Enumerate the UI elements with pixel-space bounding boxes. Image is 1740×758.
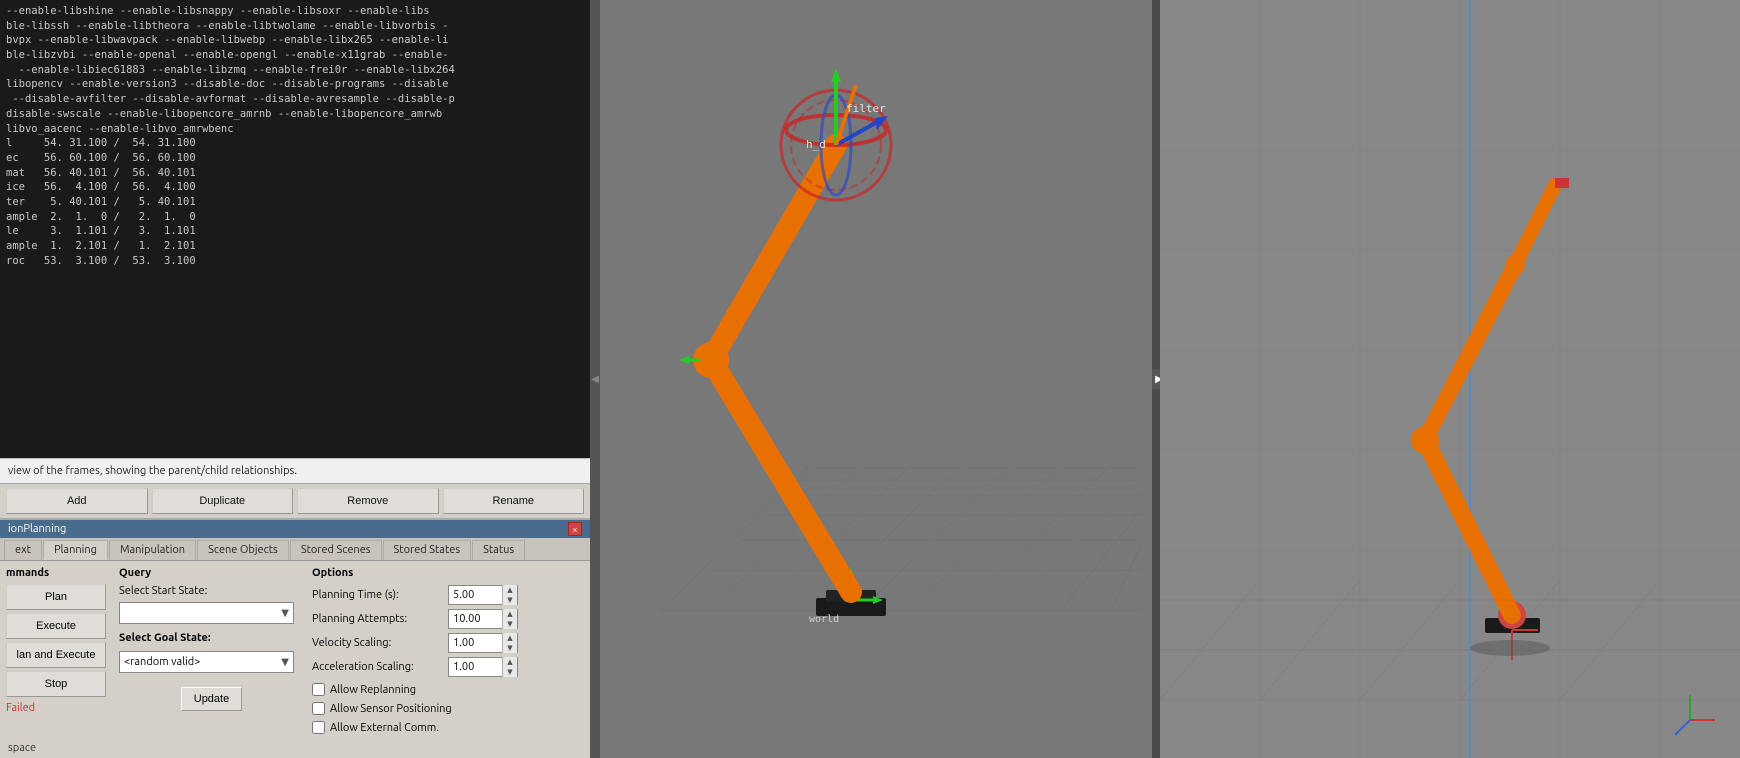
options-label: Options [312, 567, 532, 579]
tab-manipulation[interactable]: Manipulation [109, 540, 196, 560]
status-label: Failed [6, 702, 111, 714]
svg-text:h_d: h_d [806, 138, 826, 151]
allow-sensor-row: Allow Sensor Positioning [312, 702, 532, 715]
allow-sensor-checkbox[interactable] [312, 702, 325, 715]
mp-body: mmands Plan Execute lan and Execute Stop… [0, 561, 590, 740]
velocity-scaling-row: Velocity Scaling: 1.00 ▲ ▼ [312, 633, 532, 653]
tab-stored-states[interactable]: Stored States [383, 540, 472, 560]
velocity-scaling-up[interactable]: ▲ [503, 633, 517, 643]
accel-scaling-label: Acceleration Scaling: [312, 661, 442, 673]
add-button[interactable]: Add [6, 488, 148, 514]
tab-planning[interactable]: Planning [43, 540, 108, 560]
start-state-combo[interactable]: ▼ [119, 602, 294, 624]
viewports: filter h_d world ▶ [600, 0, 1740, 758]
planning-time-spinbox[interactable]: 5.00 ▲ ▼ [448, 585, 518, 605]
tab-context[interactable]: ext [4, 540, 42, 560]
viewport-divider: ▶ [1152, 0, 1160, 758]
start-state-arrow: ▼ [281, 607, 289, 619]
duplicate-button[interactable]: Duplicate [152, 488, 294, 514]
options-column: Options Planning Time (s): 5.00 ▲ ▼ Plan… [312, 567, 532, 734]
allow-external-row: Allow External Comm. [312, 721, 532, 734]
accel-scaling-down[interactable]: ▼ [503, 667, 517, 677]
velocity-scaling-spinbox[interactable]: 1.00 ▲ ▼ [448, 633, 518, 653]
goal-state-arrow: ▼ [281, 656, 289, 668]
mp-title: ionPlanning [8, 523, 66, 535]
remove-button[interactable]: Remove [297, 488, 439, 514]
accel-scaling-spinbox[interactable]: 1.00 ▲ ▼ [448, 657, 518, 677]
rename-button[interactable]: Rename [443, 488, 585, 514]
button-bar: Add Duplicate Remove Rename [0, 483, 590, 518]
svg-text:world: world [809, 614, 839, 625]
planning-attempts-down[interactable]: ▼ [503, 619, 517, 629]
goal-state-value: <random valid> [124, 656, 200, 668]
planning-time-label: Planning Time (s): [312, 589, 442, 601]
viewport-right[interactable] [1160, 0, 1740, 758]
planning-attempts-row: Planning Attempts: 10.00 ▲ ▼ [312, 609, 532, 629]
frame-info: view of the frames, showing the parent/c… [0, 458, 590, 483]
robot-arm-svg-right [1160, 0, 1740, 758]
motion-planning-panel: ionPlanning × ext Planning Manipulation … [0, 518, 590, 758]
terminal-area: --enable-libshine --enable-libsnappy --e… [0, 0, 590, 458]
planning-attempts-spinbox[interactable]: 10.00 ▲ ▼ [448, 609, 518, 629]
mp-titlebar: ionPlanning × [0, 520, 590, 538]
goal-state-label: Select Goal State: [119, 632, 304, 644]
accel-scaling-value: 1.00 [449, 661, 502, 673]
plan-execute-button[interactable]: lan and Execute [6, 642, 106, 668]
planning-attempts-label: Planning Attempts: [312, 613, 442, 625]
update-button[interactable]: Update [181, 687, 242, 711]
mp-tabs: ext Planning Manipulation Scene Objects … [0, 538, 590, 561]
query-label: Query [119, 567, 304, 579]
allow-sensor-label: Allow Sensor Positioning [330, 703, 452, 715]
query-column: Query Select Start State: ▼ Select Goal … [119, 567, 304, 711]
allow-replanning-row: Allow Replanning [312, 683, 532, 696]
goal-state-combo[interactable]: <random valid> ▼ [119, 651, 294, 673]
planning-time-down[interactable]: ▼ [503, 595, 517, 605]
accel-scaling-up[interactable]: ▲ [503, 657, 517, 667]
svg-text:filter: filter [846, 102, 886, 115]
allow-replanning-label: Allow Replanning [330, 684, 416, 696]
allow-external-label: Allow External Comm. [330, 722, 439, 734]
execute-button[interactable]: Execute [6, 613, 106, 639]
allow-replanning-checkbox[interactable] [312, 683, 325, 696]
panel-divider[interactable]: ◀ [590, 0, 600, 758]
planning-attempts-up[interactable]: ▲ [503, 609, 517, 619]
velocity-scaling-down[interactable]: ▼ [503, 643, 517, 653]
planning-time-row: Planning Time (s): 5.00 ▲ ▼ [312, 585, 532, 605]
workspace-label: space [0, 740, 590, 758]
commands-label: mmands [6, 567, 111, 579]
frame-info-text: view of the frames, showing the parent/c… [8, 465, 297, 477]
terminal-text: --enable-libshine --enable-libsnappy --e… [6, 4, 584, 268]
start-state-label: Select Start State: [119, 585, 304, 597]
planning-attempts-value: 10.00 [449, 613, 502, 625]
accel-scaling-row: Acceleration Scaling: 1.00 ▲ ▼ [312, 657, 532, 677]
stop-button[interactable]: Stop [6, 671, 106, 697]
tab-scene-objects[interactable]: Scene Objects [197, 540, 289, 560]
robot-arm-svg-left: filter h_d world [600, 0, 1152, 758]
plan-button[interactable]: Plan [6, 584, 106, 610]
velocity-scaling-label: Velocity Scaling: [312, 637, 442, 649]
allow-external-checkbox[interactable] [312, 721, 325, 734]
tab-status[interactable]: Status [472, 540, 525, 560]
planning-time-up[interactable]: ▲ [503, 585, 517, 595]
planning-time-value: 5.00 [449, 589, 502, 601]
velocity-scaling-value: 1.00 [449, 637, 502, 649]
commands-column: mmands Plan Execute lan and Execute Stop… [6, 567, 111, 714]
left-panel: --enable-libshine --enable-libsnappy --e… [0, 0, 590, 758]
tab-stored-scenes[interactable]: Stored Scenes [290, 540, 382, 560]
viewport-left[interactable]: filter h_d world [600, 0, 1152, 758]
mp-close-button[interactable]: × [568, 522, 582, 536]
